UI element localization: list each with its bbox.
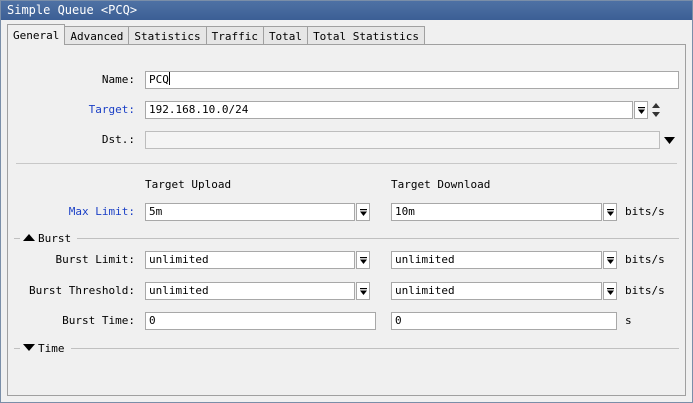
dst-label: Dst.: [101, 133, 135, 146]
target-upload-header: Target Upload [145, 178, 232, 191]
tab-advanced[interactable]: Advanced [64, 26, 130, 45]
burst-threshold-label: Burst Threshold: [29, 284, 135, 297]
burst-time-unit: s [625, 314, 632, 327]
burst-section-label: Burst [38, 231, 72, 245]
chevron-down-icon [664, 137, 675, 144]
target-field[interactable]: 192.168.10.0/24 [145, 101, 633, 119]
section-rule [77, 237, 679, 239]
tab-statistics[interactable]: Statistics [128, 26, 207, 45]
general-panel: Name: PCQ Target: 192.168.10.0/24 Dst.: … [7, 44, 686, 396]
burst-threshold-upload-dropdown[interactable] [356, 282, 370, 300]
dropdown-arrow-icon [359, 256, 367, 264]
dropdown-arrow-icon [637, 106, 645, 114]
burst-limit-label: Burst Limit: [55, 253, 135, 266]
burst-section-header[interactable]: Burst [14, 231, 679, 245]
tab-traffic[interactable]: Traffic [205, 26, 264, 45]
dropdown-arrow-icon [606, 256, 614, 264]
text-cursor [168, 72, 170, 85]
tab-bar: General Advanced Statistics Traffic Tota… [7, 24, 426, 45]
section-rule [70, 347, 679, 349]
max-limit-unit: bits/s [625, 205, 665, 218]
separator [16, 163, 677, 164]
max-limit-upload-dropdown[interactable] [356, 203, 370, 221]
burst-limit-unit: bits/s [625, 253, 665, 266]
max-limit-download-field[interactable]: 10m [391, 203, 602, 221]
burst-threshold-download-field[interactable]: unlimited [391, 282, 602, 300]
burst-time-download-field[interactable]: 0 [391, 312, 617, 330]
max-limit-download-dropdown[interactable] [603, 203, 617, 221]
window-titlebar[interactable]: Simple Queue <PCQ> [1, 1, 692, 20]
burst-limit-download-dropdown[interactable] [603, 251, 617, 269]
dropdown-arrow-icon [359, 208, 367, 216]
tab-total-statistics[interactable]: Total Statistics [307, 26, 426, 45]
expand-down-icon [23, 344, 35, 351]
burst-time-upload-field[interactable]: 0 [145, 312, 376, 330]
tab-total[interactable]: Total [262, 26, 309, 45]
burst-limit-download-field[interactable]: unlimited [391, 251, 602, 269]
target-download-header: Target Download [391, 178, 491, 191]
section-rule [14, 237, 20, 239]
window-title: Simple Queue <PCQ> [7, 3, 138, 17]
dst-field[interactable] [145, 131, 660, 149]
name-field[interactable]: PCQ [145, 71, 679, 89]
collapse-up-icon [23, 234, 35, 241]
dropdown-arrow-icon [359, 287, 367, 295]
dropdown-arrow-icon [606, 208, 614, 216]
burst-threshold-upload-field[interactable]: unlimited [145, 282, 355, 300]
target-dropdown-button[interactable] [634, 101, 648, 119]
burst-threshold-unit: bits/s [625, 284, 665, 297]
burst-limit-upload-dropdown[interactable] [356, 251, 370, 269]
name-label: Name: [101, 73, 135, 86]
section-rule [14, 347, 20, 349]
dst-dropdown-button[interactable] [664, 135, 675, 148]
time-section-header[interactable]: Time [14, 341, 679, 355]
target-add-remove-button[interactable] [651, 102, 661, 118]
up-down-arrows-icon [652, 103, 660, 117]
burst-time-label: Burst Time: [62, 314, 135, 327]
burst-limit-upload-field[interactable]: unlimited [145, 251, 355, 269]
burst-threshold-download-dropdown[interactable] [603, 282, 617, 300]
max-limit-label[interactable]: Max Limit: [69, 203, 135, 221]
target-label[interactable]: Target: [89, 101, 135, 119]
tab-general[interactable]: General [7, 24, 66, 45]
time-section-label: Time [38, 341, 65, 355]
dropdown-arrow-icon [606, 287, 614, 295]
max-limit-upload-field[interactable]: 5m [145, 203, 355, 221]
simple-queue-window: Simple Queue <PCQ> General Advanced Stat… [0, 0, 693, 403]
